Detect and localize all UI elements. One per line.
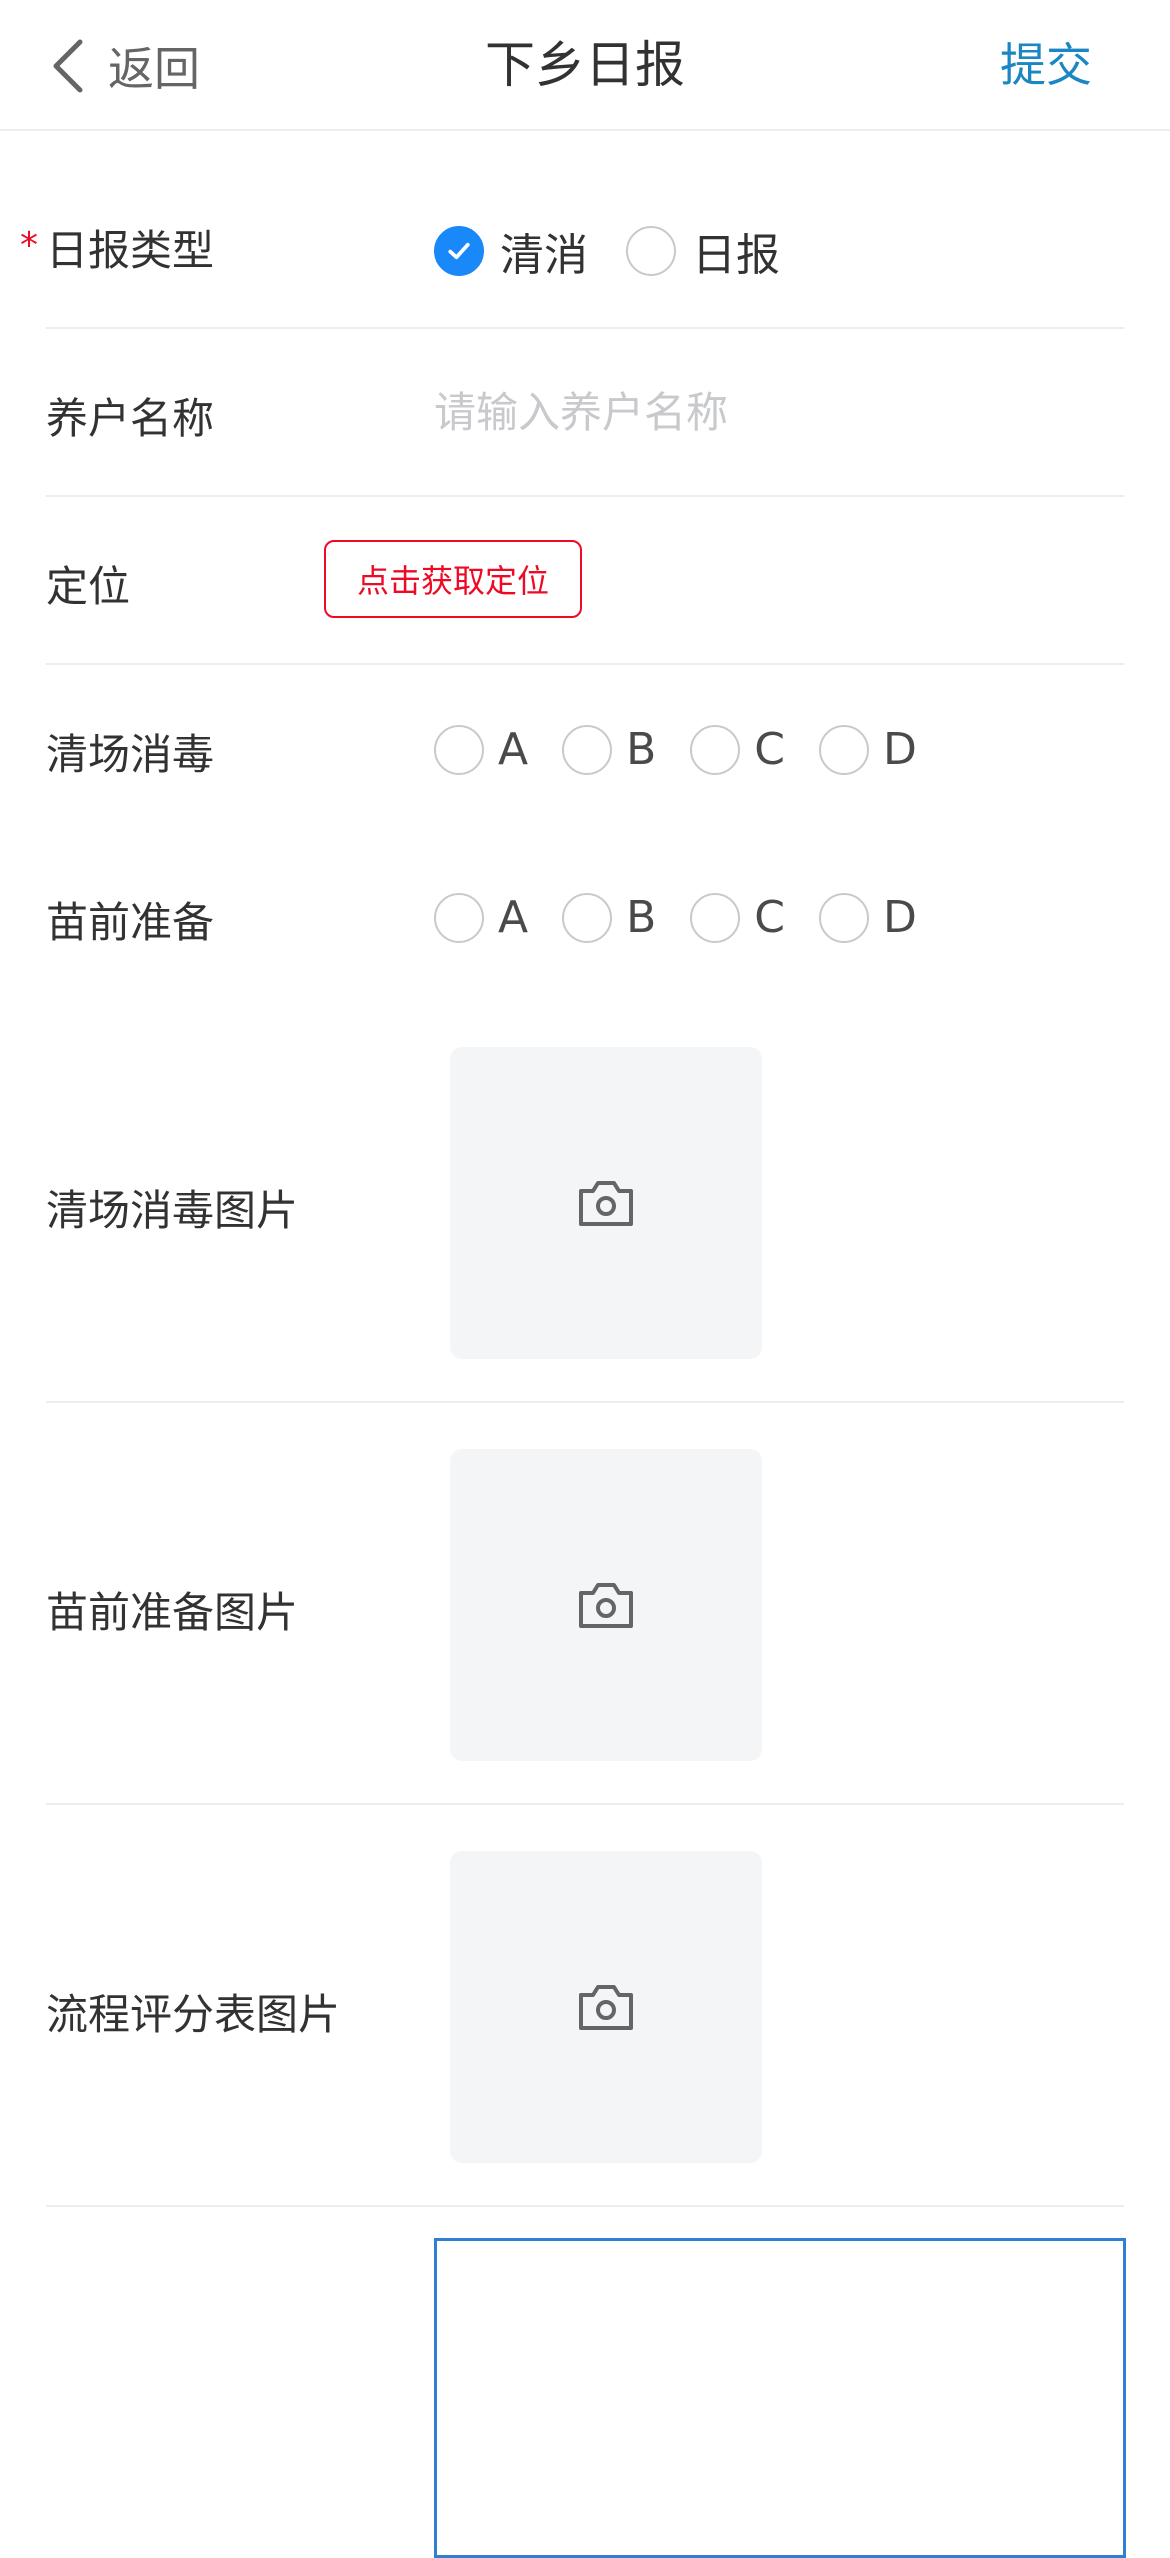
- radio-unchecked-icon: [819, 724, 870, 775]
- scoring-sheet-photo-label: 流程评分表图片: [46, 1990, 341, 2039]
- radio-label: C: [754, 892, 786, 943]
- radio-unchecked-icon: [562, 892, 613, 943]
- pre-seedling-radio-group: A B C D: [434, 892, 951, 943]
- farmer-name-label: 养户名称: [46, 394, 215, 443]
- radio-option-a[interactable]: A: [434, 892, 528, 943]
- chevron-left-icon: [53, 39, 83, 92]
- disinfection-label: 清场消毒: [46, 730, 215, 779]
- radio-option-c[interactable]: C: [690, 892, 785, 943]
- back-label: 返回: [108, 41, 200, 96]
- pre-seedling-photo-uploader[interactable]: [450, 1449, 762, 1761]
- back-button[interactable]: 返回: [50, 0, 200, 131]
- radio-label: 日报: [692, 230, 780, 281]
- remarks-textarea[interactable]: [434, 2238, 1126, 2558]
- camera-icon: [579, 1181, 633, 1226]
- radio-unchecked-icon: [819, 892, 870, 943]
- location-label: 定位: [46, 562, 131, 611]
- disinfection-row: 清场消毒 A B C D: [46, 665, 1124, 833]
- nav-bar: 返回 下乡日报 提交: [0, 0, 1170, 131]
- radio-label: C: [754, 724, 786, 775]
- location-row: 定位 点击获取定位: [46, 497, 1124, 665]
- radio-option-b[interactable]: B: [562, 892, 656, 943]
- report-type-label: 日报类型: [46, 226, 215, 275]
- radio-checked-icon: [434, 226, 484, 276]
- radio-option-b[interactable]: B: [562, 724, 656, 775]
- scoring-sheet-photo-uploader[interactable]: [450, 1851, 762, 2163]
- pre-seedling-row: 苗前准备 A B C D: [46, 833, 1124, 1001]
- radio-unchecked-icon: [434, 724, 484, 775]
- get-location-button[interactable]: 点击获取定位: [324, 540, 582, 618]
- radio-label: A: [498, 892, 529, 943]
- radio-option-ribao[interactable]: 日报: [626, 219, 780, 283]
- radio-label: D: [883, 724, 917, 775]
- radio-unchecked-icon: [690, 892, 741, 943]
- camera-icon: [579, 1583, 633, 1628]
- radio-label: B: [626, 892, 657, 943]
- camera-icon: [579, 1985, 633, 2030]
- radio-label: 清消: [500, 230, 588, 281]
- radio-label: B: [626, 724, 657, 775]
- radio-unchecked-icon: [434, 892, 484, 943]
- radio-unchecked-icon: [690, 724, 741, 775]
- radio-option-a[interactable]: A: [434, 724, 528, 775]
- scoring-sheet-photo-row: 流程评分表图片: [46, 1805, 1124, 2207]
- disinfection-photo-row: 清场消毒图片: [46, 1001, 1124, 1403]
- radio-unchecked-icon: [626, 226, 676, 276]
- required-mark: *: [20, 225, 38, 266]
- farmer-name-input[interactable]: [434, 329, 1124, 495]
- pre-seedling-photo-label: 苗前准备图片: [46, 1588, 299, 1637]
- submit-button[interactable]: 提交: [1000, 0, 1092, 131]
- disinfection-photo-uploader[interactable]: [450, 1047, 762, 1359]
- radio-option-d[interactable]: D: [819, 724, 917, 775]
- radio-unchecked-icon: [562, 724, 613, 775]
- report-type-radio-group: 清消 日报: [434, 219, 818, 283]
- disinfection-photo-label: 清场消毒图片: [46, 1186, 299, 1235]
- pre-seedling-photo-row: 苗前准备图片: [46, 1403, 1124, 1805]
- radio-label: A: [498, 724, 529, 775]
- report-type-row: * 日报类型 清消 日报: [20, 163, 1124, 329]
- farmer-name-row: 养户名称: [46, 329, 1124, 497]
- radio-option-d[interactable]: D: [819, 892, 917, 943]
- radio-option-qingxiao[interactable]: 清消: [434, 219, 588, 283]
- pre-seedling-label: 苗前准备: [46, 898, 215, 947]
- radio-option-c[interactable]: C: [690, 724, 785, 775]
- radio-label: D: [883, 892, 917, 943]
- disinfection-radio-group: A B C D: [434, 724, 951, 775]
